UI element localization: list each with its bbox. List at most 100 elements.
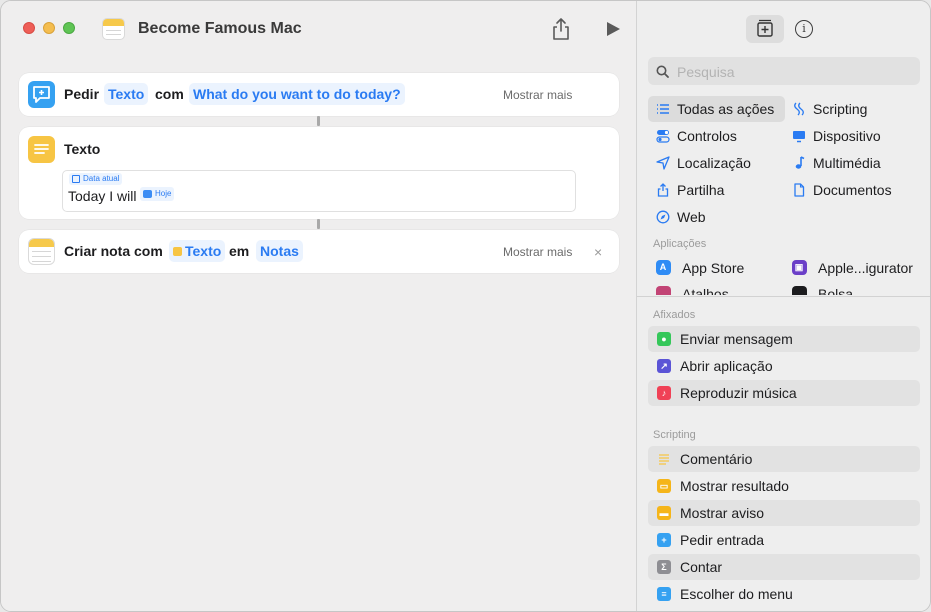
text-variable-icon [173,247,182,256]
category-scripting[interactable]: Scripting [784,96,921,122]
share-icon [657,183,669,197]
script-count[interactable]: Σ Contar [648,554,920,580]
document-icon [794,183,805,197]
apps-section-label: Aplicações [653,238,707,250]
text-content-field[interactable]: Data atual Today I will Hoje [62,170,576,212]
text-variable-token[interactable]: Texto [169,240,226,262]
category-controls[interactable]: Controlos [648,123,785,149]
action-label: Mostrar aviso [680,505,765,521]
notes-target-token[interactable]: Notas [256,240,303,262]
text-lines-icon [28,136,55,163]
shortcuts-icon [656,286,671,295]
text-action-title: Texto [64,141,101,157]
in-label: em [229,243,250,259]
scripting-icon [794,102,804,116]
script-show-alert[interactable]: ▬ Mostrar aviso [648,500,920,526]
search-placeholder: Pesquisa [677,64,735,80]
apps-list: A App Store ▣ Apple...igurator Atalhos B… [637,254,930,295]
app-app-store[interactable]: A App Store [648,256,785,280]
show-more-link[interactable]: Mostrar mais [503,88,572,102]
close-window-button[interactable] [23,22,35,34]
message-icon: ● [657,332,671,346]
pinned-open-app[interactable]: ↗ Abrir aplicação [648,353,920,379]
action-label: Mostrar resultado [680,478,789,494]
ask-for-input-action[interactable]: Pedir Texto com What do you want to do t… [19,73,619,116]
share-icon[interactable] [550,17,572,41]
action-connector [317,219,320,229]
show-result-icon: ▭ [657,479,671,493]
window-title: Become Famous Mac [138,20,302,37]
script-comment[interactable]: Comentário [648,446,920,472]
show-alert-icon: ▬ [657,506,671,520]
open-app-icon: ↗ [657,359,671,373]
app-shortcuts[interactable]: Atalhos [648,282,785,295]
ask-verb: Pedir [64,86,100,102]
prompt-token[interactable]: What do you want to do today? [189,83,405,105]
category-label: Multimédia [813,155,881,171]
category-all-actions[interactable]: Todas as ações [648,96,785,122]
details-info-button[interactable]: i [795,20,813,38]
action-label: Pedir entrada [680,532,765,548]
category-label: Localização [677,155,751,171]
text-action[interactable]: Texto Data atual Today I will Hoje [19,127,619,219]
current-date-label: Data atual [83,174,120,183]
app-label: Bolsa [818,286,854,295]
section-divider [637,296,930,297]
today-token[interactable]: Hoje [140,187,175,201]
title-bar: Become Famous Mac [1,1,636,57]
category-web[interactable]: Web [648,204,785,230]
app-stocks[interactable]: Bolsa [784,282,921,295]
category-label: Documentos [813,182,892,198]
app-label: Apple...igurator [818,260,913,276]
current-date-variable[interactable]: Data atual [69,173,123,185]
ask-input-icon [28,81,55,108]
pinned-section-label: Afixados [653,309,696,321]
action-label: Enviar mensagem [680,331,793,347]
category-label: Partilha [677,182,725,198]
run-play-icon[interactable] [604,20,622,38]
category-multimedia[interactable]: Multimédia [784,150,921,176]
remove-action-button[interactable]: × [594,244,602,260]
with-label: com [155,86,184,102]
pinned-play-music[interactable]: ♪ Reproduzir música [648,380,920,406]
category-location[interactable]: Localização [648,150,785,176]
today-token-label: Hoje [155,189,172,198]
script-ask-input[interactable]: + Pedir entrada [648,527,920,553]
menu-choose-icon: ≡ [657,587,671,601]
sigma-icon: Σ [657,560,671,574]
category-label: Todas as ações [677,101,775,117]
scripting-section-label: Scripting [653,429,696,441]
category-label: Web [677,209,706,225]
shortcuts-window: Become Famous Mac Pedir Texto com What d… [0,0,931,612]
action-library-panel: i Pesquisa Todas as ações Scripting Cont… [636,1,930,611]
create-note-verb: Criar nota com [64,243,163,259]
create-note-action[interactable]: Criar nota com Texto em Notas Mostrar ma… [19,230,619,273]
minimize-window-button[interactable] [43,22,55,34]
calendar-icon [72,175,80,183]
text-content: Today I will [68,188,137,204]
category-documents[interactable]: Documentos [784,177,921,203]
zoom-window-button[interactable] [63,22,75,34]
category-sharing[interactable]: Partilha [648,177,785,203]
music-note-icon [795,156,805,169]
category-device[interactable]: Dispositivo [784,123,921,149]
app-label: App Store [682,260,745,276]
action-label: Abrir aplicação [680,358,773,374]
action-label: Escolher do menu [680,586,793,602]
input-type-token[interactable]: Texto [104,83,149,105]
pinned-send-message[interactable]: ● Enviar mensagem [648,326,920,352]
stocks-icon [792,286,807,295]
location-arrow-icon [656,156,670,170]
show-more-link[interactable]: Mostrar mais [503,245,572,259]
compass-icon [656,210,670,224]
action-label: Reproduzir música [680,385,797,401]
action-connector [317,116,320,126]
action-label: Contar [680,559,723,575]
add-action-icon [757,19,773,37]
app-store-icon: A [656,260,671,275]
action-label: Comentário [680,451,753,467]
script-choose-from-menu[interactable]: ≡ Escolher do menu [648,581,920,607]
app-apple-configurator[interactable]: ▣ Apple...igurator [784,256,921,280]
action-library-button[interactable] [746,15,784,43]
script-show-result[interactable]: ▭ Mostrar resultado [648,473,920,499]
